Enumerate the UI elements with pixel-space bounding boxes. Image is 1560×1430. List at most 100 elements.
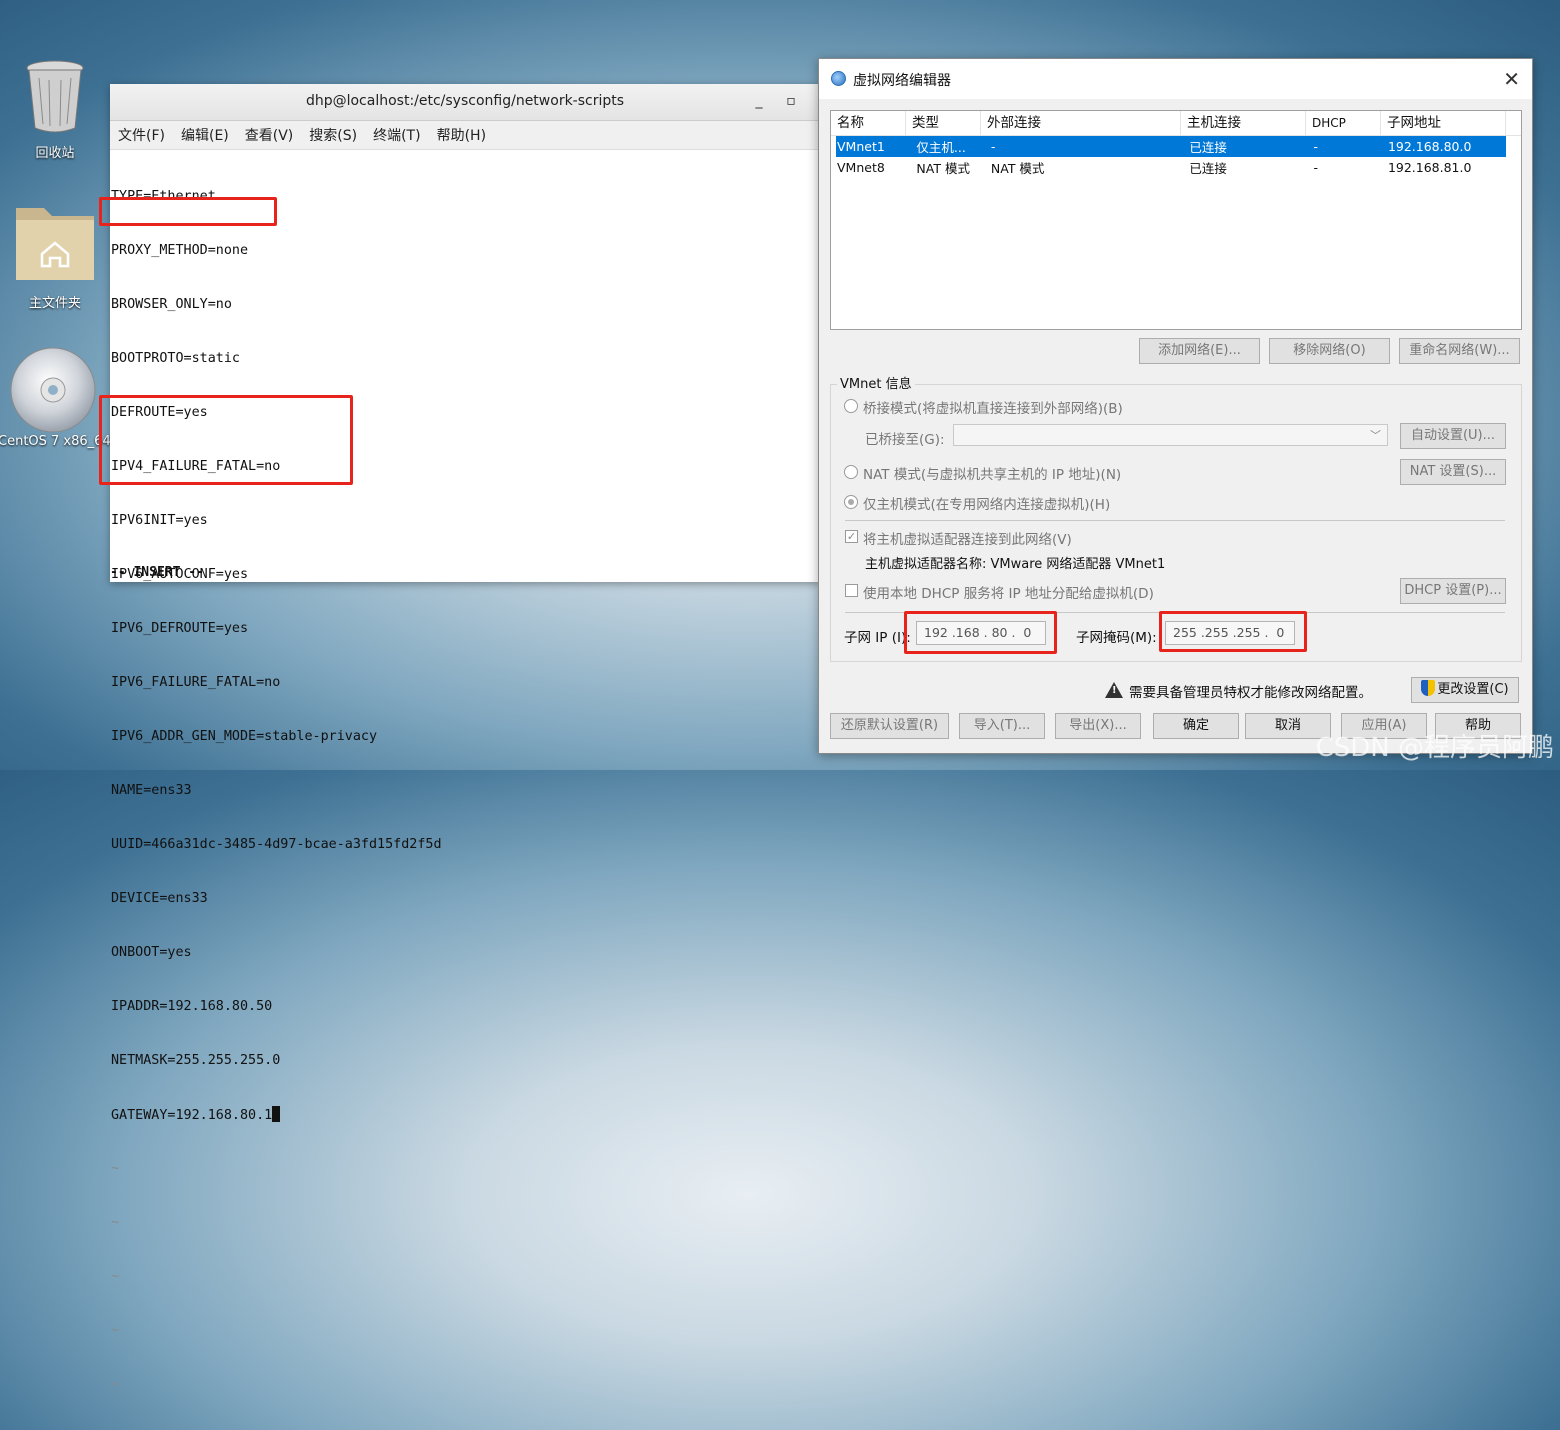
- highlight-bootproto: [99, 197, 277, 226]
- vmnet-info-title: VMnet 信息: [837, 373, 915, 392]
- text-cursor: [272, 1106, 281, 1122]
- config-line: IPV6_ADDR_GEN_MODE=stable-privacy: [111, 729, 378, 744]
- config-line-with-cursor: GATEWAY=192.168.80.1: [111, 1106, 820, 1124]
- column-header-subnet[interactable]: 子网地址: [1381, 111, 1506, 135]
- admin-warning-text: 需要具备管理员特权才能修改网络配置。: [1129, 685, 1372, 701]
- desktop-icon-cd[interactable]: CentOS 7 x86_64: [0, 346, 111, 449]
- terminal-titlebar[interactable]: dhp@localhost:/etc/sysconfig/network-scr…: [110, 84, 820, 121]
- column-header-external[interactable]: 外部连接: [981, 111, 1181, 135]
- highlight-network-settings: [99, 395, 353, 485]
- remove-network-button[interactable]: 移除网络(O): [1269, 338, 1390, 364]
- config-line: BROWSER_ONLY=no: [111, 297, 232, 312]
- highlight-subnet-ip: [904, 611, 1057, 654]
- subnet-ip-label: 子网 IP (I):: [844, 630, 911, 646]
- ok-button[interactable]: 确定: [1153, 713, 1239, 739]
- dialog-title: 虚拟网络编辑器: [853, 73, 951, 89]
- table-row-vmnet1[interactable]: VMnet1 仅主机... - 已连接 - 192.168.80.0: [836, 136, 1506, 157]
- desktop-icon-label: CentOS 7 x86_64: [0, 434, 111, 449]
- config-line: NAME=ens33: [111, 783, 192, 798]
- trash-icon: [26, 60, 84, 133]
- table-cell: NAT 模式: [916, 161, 970, 176]
- nat-mode-label: NAT 模式(与虚拟机共享主机的 IP 地址)(N): [863, 467, 1122, 483]
- change-settings-label: 更改设置(C): [1437, 682, 1509, 697]
- connect-adapter-label: 将主机虚拟适配器连接到此网络(V): [863, 532, 1072, 548]
- network-table[interactable]: 名称 类型 外部连接 主机连接 DHCP 子网地址 VMnet1 仅主机... …: [830, 110, 1522, 330]
- add-network-button[interactable]: 添加网络(E)...: [1139, 338, 1260, 364]
- config-line: BOOTPROTO=static: [111, 351, 240, 366]
- globe-icon: [831, 71, 846, 86]
- restore-defaults-button[interactable]: 还原默认设置(R): [830, 713, 949, 739]
- table-cell: 192.168.80.0: [1387, 139, 1472, 154]
- separator: [845, 520, 1505, 521]
- table-cell: VMnet8: [837, 160, 885, 175]
- dhcp-settings-button[interactable]: DHCP 设置(P)...: [1400, 578, 1506, 604]
- column-header-name[interactable]: 名称: [831, 111, 906, 135]
- empty-line-tilde: ~: [111, 1323, 120, 1338]
- host-only-label: 仅主机模式(在专用网络内连接虚拟机)(H): [863, 497, 1111, 513]
- menu-help[interactable]: 帮助(H): [437, 125, 486, 145]
- maximize-button[interactable]: ▫: [782, 92, 800, 110]
- menu-terminal[interactable]: 终端(T): [373, 125, 420, 145]
- close-button[interactable]: ✕: [1503, 67, 1520, 91]
- desktop-icon-home-folder[interactable]: 主文件夹: [0, 200, 110, 311]
- minimize-button[interactable]: _: [750, 92, 768, 110]
- config-line: PROXY_METHOD=none: [111, 243, 249, 258]
- cd-icon: [10, 347, 96, 433]
- empty-line-tilde: ~: [111, 1161, 120, 1176]
- desktop-icon-trash[interactable]: 回收站: [0, 58, 110, 161]
- terminal-content[interactable]: TYPE=Ethernet PROXY_METHOD=none BROWSER_…: [110, 150, 820, 1430]
- menu-file[interactable]: 文件(F): [118, 125, 165, 145]
- table-cell: VMnet1: [837, 139, 885, 154]
- home-folder-icon: [16, 208, 94, 280]
- table-cell: -: [1313, 139, 1318, 154]
- column-header-host[interactable]: 主机连接: [1181, 111, 1306, 135]
- host-only-radio[interactable]: [844, 495, 858, 509]
- config-line: IPV6_DEFROUTE=yes: [111, 621, 249, 636]
- empty-line-tilde: ~: [111, 1377, 120, 1392]
- config-line: UUID=466a31dc-3485-4d97-bcae-a3fd15fd2f5…: [111, 837, 442, 852]
- table-row-vmnet8[interactable]: VMnet8 NAT 模式 NAT 模式 已连接 - 192.168.81.0: [836, 157, 1506, 178]
- config-line: NETMASK=255.255.255.0: [111, 1053, 281, 1068]
- table-header: 名称 类型 外部连接 主机连接 DHCP 子网地址: [831, 111, 1521, 136]
- subnet-mask-label: 子网掩码(M):: [1076, 630, 1157, 646]
- config-line: IPV6INIT=yes: [111, 513, 208, 528]
- highlight-subnet-mask: [1159, 611, 1307, 652]
- bridge-mode-radio[interactable]: [844, 399, 858, 413]
- connect-adapter-checkbox[interactable]: ✓: [845, 530, 858, 543]
- dialog-titlebar[interactable]: 虚拟网络编辑器 ✕: [819, 59, 1532, 99]
- menu-search[interactable]: 搜索(S): [309, 125, 357, 145]
- table-cell: 已连接: [1189, 140, 1227, 155]
- terminal-window[interactable]: dhp@localhost:/etc/sysconfig/network-scr…: [110, 84, 820, 1392]
- table-cell: -: [990, 139, 996, 154]
- column-header-dhcp[interactable]: DHCP: [1306, 111, 1381, 135]
- export-button[interactable]: 导出(X)...: [1055, 713, 1141, 739]
- bridged-to-select[interactable]: ﹀: [953, 424, 1388, 446]
- terminal-menubar: 文件(F) 编辑(E) 查看(V) 搜索(S) 终端(T) 帮助(H): [110, 121, 820, 150]
- auto-settings-button[interactable]: 自动设置(U)...: [1400, 423, 1506, 449]
- import-button[interactable]: 导入(T)...: [959, 713, 1045, 739]
- config-line: IPV6_FAILURE_FATAL=no: [111, 675, 281, 690]
- bridge-mode-label: 桥接模式(将虚拟机直接连接到外部网络)(B): [863, 401, 1123, 417]
- column-header-type[interactable]: 类型: [906, 111, 981, 135]
- adapter-name-label: 主机虚拟适配器名称: VMware 网络适配器 VMnet1: [865, 557, 1166, 572]
- use-dhcp-checkbox[interactable]: [845, 584, 858, 597]
- use-dhcp-label: 使用本地 DHCP 服务将 IP 地址分配给虚拟机(D): [863, 586, 1154, 602]
- table-cell: -: [1313, 160, 1318, 175]
- table-cell: 仅主机...: [916, 140, 966, 155]
- config-line: ONBOOT=yes: [111, 945, 192, 960]
- nat-settings-button[interactable]: NAT 设置(S)...: [1400, 459, 1506, 485]
- empty-line-tilde: ~: [111, 1215, 120, 1230]
- change-settings-button[interactable]: 更改设置(C): [1411, 677, 1519, 703]
- desktop-icon-label: 主文件夹: [28, 296, 81, 311]
- chevron-down-icon: ﹀: [1370, 429, 1381, 442]
- menu-edit[interactable]: 编辑(E): [181, 125, 229, 145]
- watermark: CSDN @程序员阿鹏: [1315, 733, 1554, 763]
- menu-view[interactable]: 查看(V): [245, 125, 294, 145]
- uac-shield-icon: [1421, 680, 1436, 696]
- config-line: IPADDR=192.168.80.50: [111, 999, 273, 1014]
- desktop-icon-label: 回收站: [35, 146, 75, 161]
- rename-network-button[interactable]: 重命名网络(W)...: [1399, 338, 1520, 364]
- terminal-title: dhp@localhost:/etc/sysconfig/network-scr…: [305, 93, 625, 109]
- nat-mode-radio[interactable]: [844, 465, 858, 479]
- bridged-to-label: 已桥接至(G):: [865, 432, 945, 448]
